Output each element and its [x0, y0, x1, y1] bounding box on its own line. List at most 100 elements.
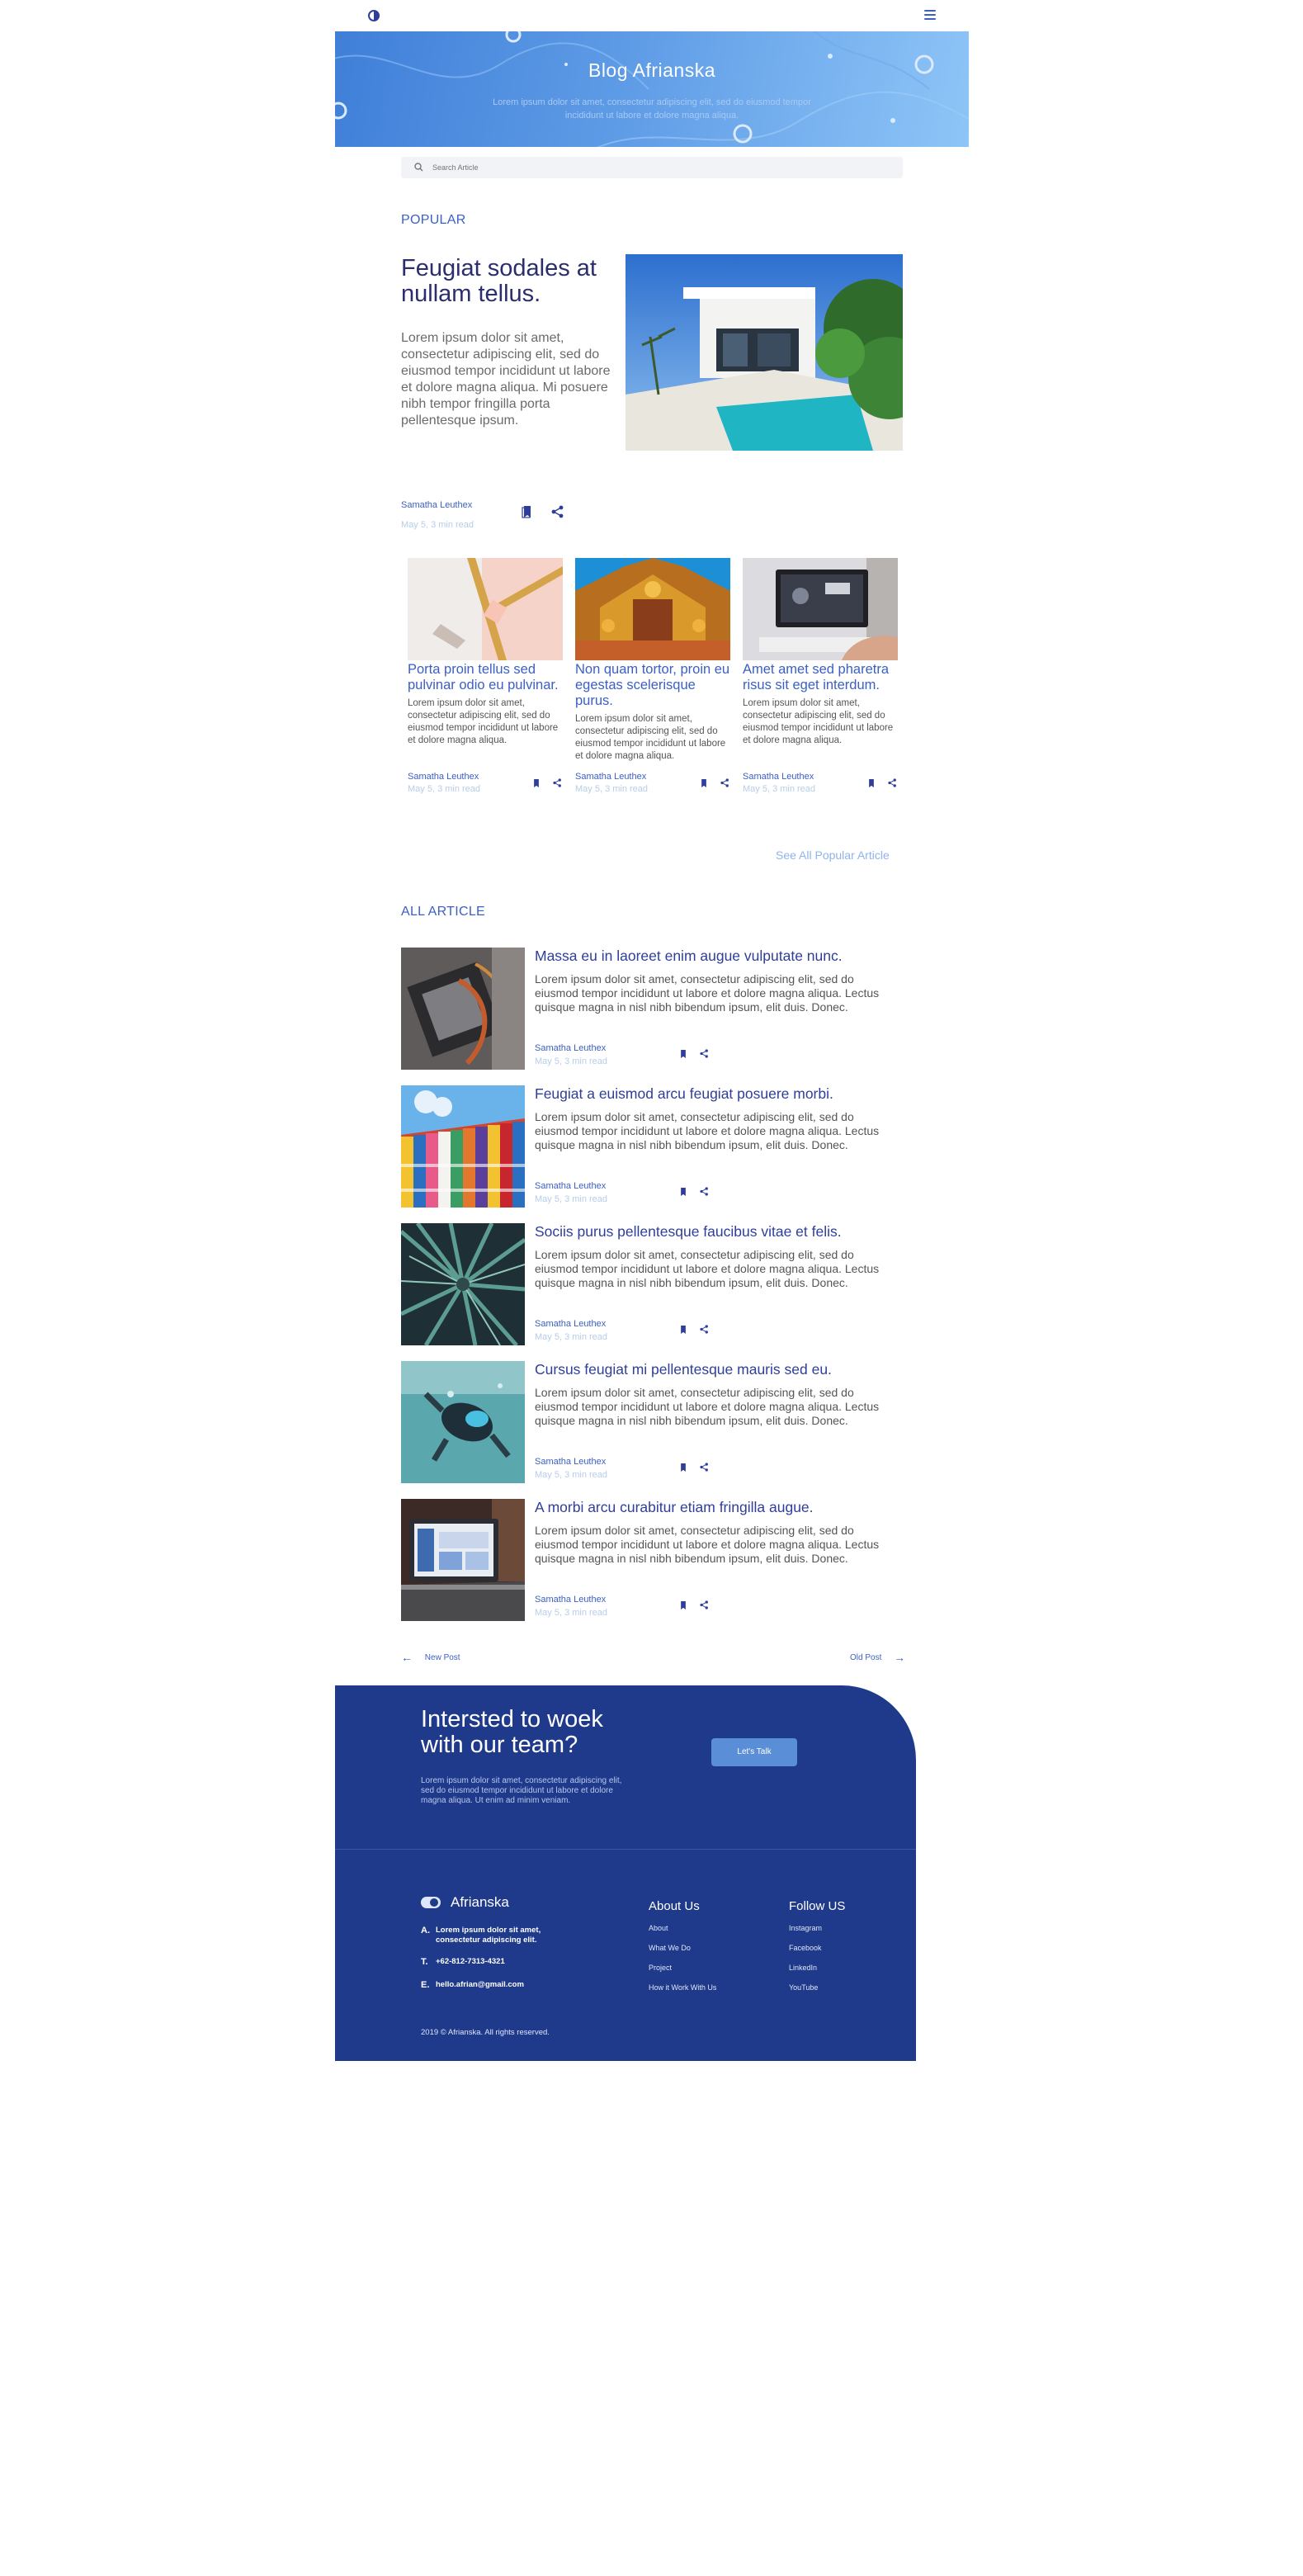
article-date: May 5, 3 min read — [535, 1608, 608, 1618]
bookmark-icon[interactable] — [522, 505, 533, 518]
bookmark-icon[interactable] — [679, 1049, 687, 1059]
cta-section: Intersted to woek with our team? Lorem i… — [335, 1685, 916, 1850]
article-title[interactable]: Cursus feugiat mi pellentesque mauris se… — [535, 1361, 832, 1378]
old-post-label: Old Post — [850, 1652, 882, 1662]
article-author[interactable]: Samatha Leuthex — [535, 1595, 606, 1605]
footer-email: E. hello.afrian@gmail.com — [421, 1980, 543, 1990]
card-text: Lorem ipsum dolor sit amet, consectetur … — [408, 698, 559, 745]
popular-card[interactable]: Amet amet sed pharetra risus sit eget in… — [743, 558, 898, 747]
share-icon[interactable] — [551, 505, 564, 518]
footer-address: A. Lorem ipsum dolor sit amet, consectetu… — [421, 1926, 543, 1945]
hamburger-menu-icon[interactable] — [924, 10, 936, 20]
card-image — [743, 558, 898, 660]
card-date: May 5, 3 min read — [743, 784, 816, 794]
article-title[interactable]: Feugiat a euismod arcu feugiat posuere m… — [535, 1085, 833, 1103]
article-image — [401, 1085, 525, 1208]
bookmark-icon[interactable] — [700, 778, 708, 788]
article-text: Lorem ipsum dolor sit amet, consectetur … — [535, 1386, 880, 1427]
address-label: A. — [421, 1926, 430, 1936]
old-post-button[interactable]: Old Post → — [850, 1651, 905, 1664]
share-icon[interactable] — [700, 1325, 709, 1334]
card-author[interactable]: Samatha Leuthex — [575, 772, 646, 782]
share-icon[interactable] — [700, 1463, 709, 1472]
share-icon[interactable] — [553, 778, 562, 787]
article-title[interactable]: Massa eu in laoreet enim augue vulputate… — [535, 948, 843, 965]
article-image — [401, 1499, 525, 1621]
featured-date: May 5, 3 min read — [401, 520, 474, 530]
new-post-button[interactable]: ← New Post — [401, 1651, 460, 1664]
logo-icon[interactable] — [368, 10, 381, 21]
article-row[interactable]: Massa eu in laoreet enim augue vulputate… — [401, 948, 903, 1070]
article-row[interactable]: A morbi arcu curabitur etiam fringilla a… — [401, 1499, 903, 1621]
hero-subtitle: Lorem ipsum dolor sit amet, consectetur … — [493, 97, 811, 121]
footer-link-how-it-work[interactable]: How it Work With Us — [649, 1983, 716, 1992]
featured-image[interactable] — [626, 254, 903, 451]
article-author[interactable]: Samatha Leuthex — [535, 1181, 606, 1191]
see-all-popular-link[interactable]: See All Popular Article — [776, 848, 890, 862]
card-author[interactable]: Samatha Leuthex — [743, 772, 814, 782]
card-author[interactable]: Samatha Leuthex — [408, 772, 479, 782]
article-image — [401, 1223, 525, 1345]
bookmark-icon[interactable] — [679, 1325, 687, 1335]
footer-link-linkedin[interactable]: LinkedIn — [789, 1964, 817, 1972]
share-icon[interactable] — [720, 778, 729, 787]
address-text: Lorem ipsum dolor sit amet, consectetur … — [436, 1926, 541, 1945]
card-date: May 5, 3 min read — [408, 784, 481, 794]
hero-decoration — [335, 31, 969, 147]
article-row[interactable]: Sociis purus pellentesque faucibus vitae… — [401, 1223, 903, 1345]
search-icon — [414, 163, 423, 172]
share-icon[interactable] — [888, 778, 897, 787]
lets-talk-button[interactable]: Let's Talk — [711, 1738, 797, 1766]
cta-text: Lorem ipsum dolor sit amet, consectetur … — [421, 1776, 622, 1805]
article-row[interactable]: Cursus feugiat mi pellentesque mauris se… — [401, 1361, 903, 1483]
email-text[interactable]: hello.afrian@gmail.com — [436, 1980, 543, 1990]
phone-label: T. — [421, 1957, 428, 1967]
featured-title[interactable]: Feugiat sodales at nullam tellus. — [401, 256, 624, 307]
article-author[interactable]: Samatha Leuthex — [535, 1457, 606, 1467]
article-title[interactable]: Sociis purus pellentesque faucibus vitae… — [535, 1223, 842, 1241]
bookmark-icon[interactable] — [679, 1187, 687, 1197]
card-text: Lorem ipsum dolor sit amet, consectetur … — [575, 714, 726, 761]
phone-text[interactable]: +62-812-7313-4321 — [436, 1957, 543, 1967]
article-date: May 5, 3 min read — [535, 1470, 608, 1480]
new-post-label: New Post — [424, 1652, 460, 1662]
footer-link-youtube[interactable]: YouTube — [789, 1983, 818, 1992]
bookmark-icon[interactable] — [679, 1463, 687, 1472]
article-date: May 5, 3 min read — [535, 1194, 608, 1204]
card-title[interactable]: Amet amet sed pharetra risus sit eget in… — [743, 662, 898, 693]
article-author[interactable]: Samatha Leuthex — [535, 1319, 606, 1329]
article-text: Lorem ipsum dolor sit amet, consectetur … — [535, 972, 880, 1014]
popular-card[interactable]: Porta proin tellus sed pulvinar odio eu … — [408, 558, 563, 747]
share-icon[interactable] — [700, 1187, 709, 1196]
article-author[interactable]: Samatha Leuthex — [535, 1043, 606, 1053]
footer-link-project[interactable]: Project — [649, 1964, 672, 1972]
popular-card[interactable]: Non quam tortor, proin eu egestas sceler… — [575, 558, 730, 763]
featured-author[interactable]: Samatha Leuthex — [401, 500, 472, 510]
bookmark-icon[interactable] — [679, 1600, 687, 1610]
footer-link-instagram[interactable]: Instagram — [789, 1924, 822, 1932]
share-icon[interactable] — [700, 1049, 709, 1058]
cta-title: Intersted to woek with our team? — [421, 1706, 603, 1758]
footer-link-what-we-do[interactable]: What We Do — [649, 1944, 691, 1952]
bookmark-icon[interactable] — [532, 778, 541, 788]
bookmark-icon[interactable] — [867, 778, 876, 788]
article-row[interactable]: Feugiat a euismod arcu feugiat posuere m… — [401, 1085, 903, 1208]
search-bar[interactable] — [401, 157, 903, 178]
footer-link-about[interactable]: About — [649, 1924, 668, 1932]
footer-link-facebook[interactable]: Facebook — [789, 1944, 822, 1952]
article-text: Lorem ipsum dolor sit amet, consectetur … — [535, 1248, 880, 1289]
card-title[interactable]: Non quam tortor, proin eu egestas sceler… — [575, 662, 730, 709]
card-image — [408, 558, 563, 660]
footer-phone: T. +62-812-7313-4321 — [421, 1957, 543, 1967]
arrow-right-icon: → — [894, 1651, 906, 1664]
search-input[interactable] — [432, 160, 878, 175]
article-title[interactable]: A morbi arcu curabitur etiam fringilla a… — [535, 1499, 814, 1516]
article-text: Lorem ipsum dolor sit amet, consectetur … — [535, 1524, 880, 1565]
copyright: 2019 © Afrianska. All rights reserved. — [421, 2028, 550, 2037]
all-article-label: ALL ARTICLE — [401, 905, 486, 919]
arrow-left-icon: ← — [401, 1651, 413, 1664]
card-title[interactable]: Porta proin tellus sed pulvinar odio eu … — [408, 662, 563, 693]
card-text: Lorem ipsum dolor sit amet, consectetur … — [743, 698, 894, 745]
brand-logo-icon — [421, 1897, 441, 1908]
share-icon[interactable] — [700, 1600, 709, 1609]
